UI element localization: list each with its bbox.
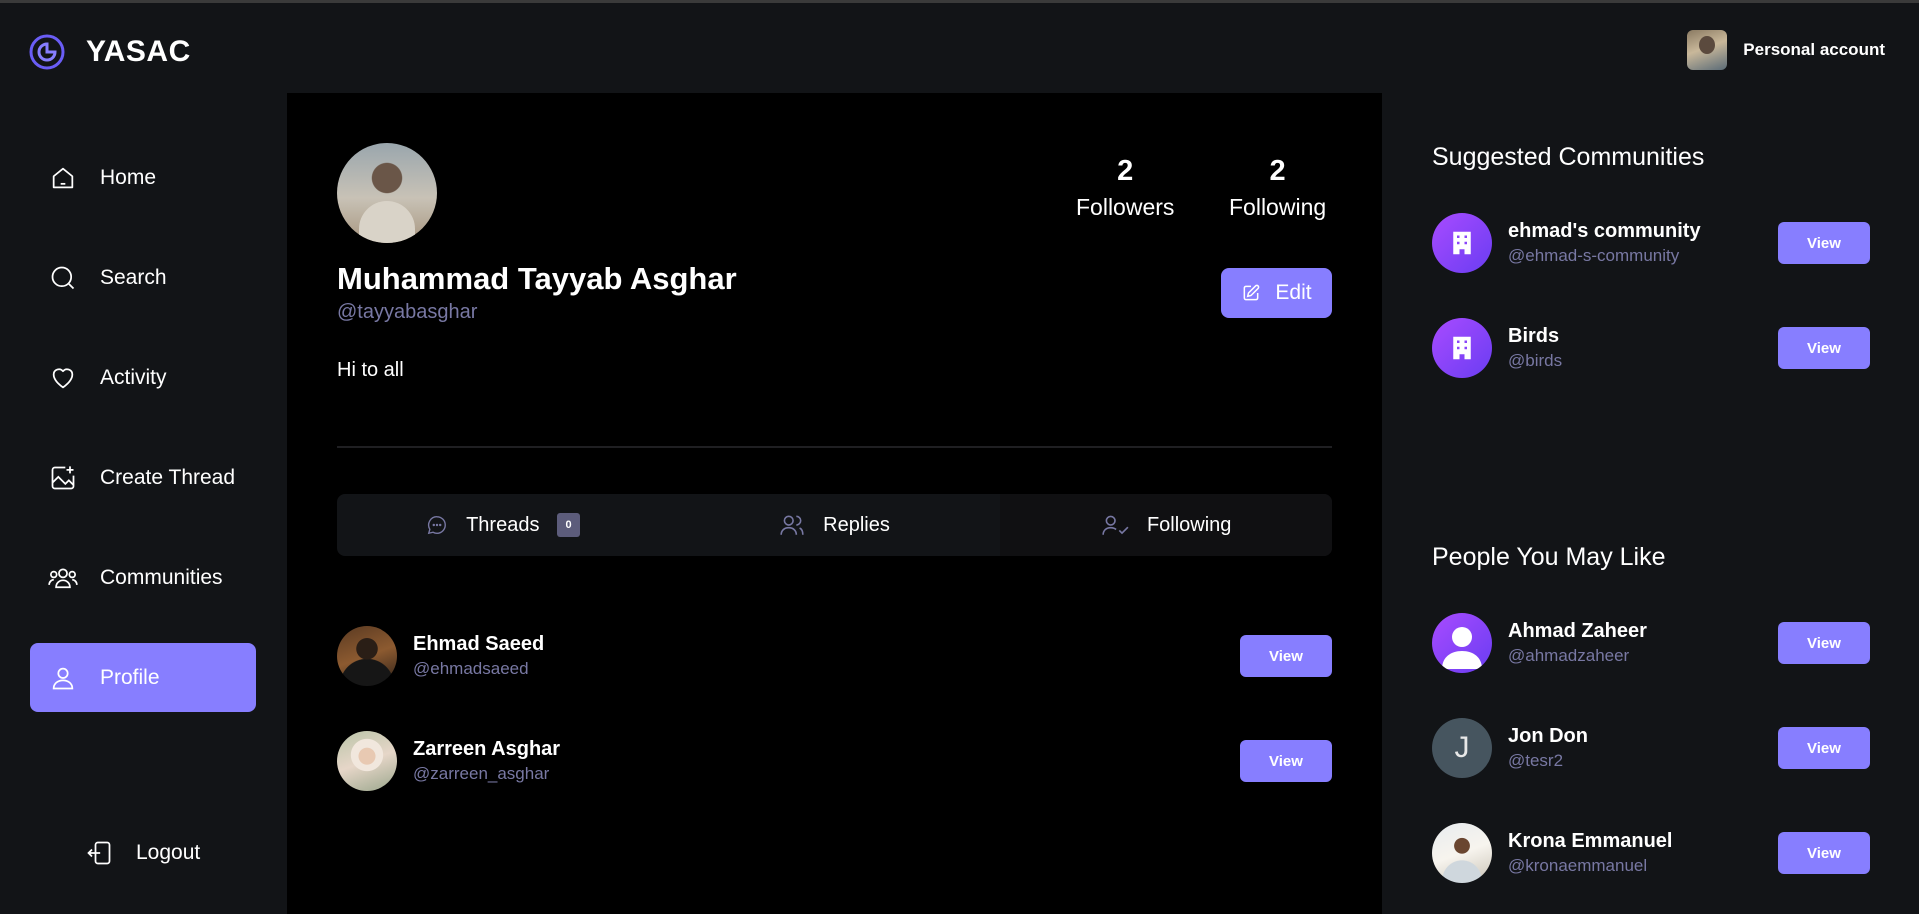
app-name: YASAC xyxy=(86,35,191,68)
avatar xyxy=(1432,613,1492,673)
profile-bio: Hi to all xyxy=(337,359,404,381)
tab-label: Threads xyxy=(466,513,540,536)
view-button[interactable]: View xyxy=(1240,635,1332,677)
list-item: Ehmad Saeed @ehmadsaeed View xyxy=(337,626,1332,686)
person-handle: @zarreen_asghar xyxy=(413,764,550,783)
left-sidebar: Home Search Activity Create Thread Commu… xyxy=(0,93,287,914)
image-plus-icon xyxy=(48,463,78,493)
sidebar-item-label: Home xyxy=(100,165,157,189)
following-label: Following xyxy=(1229,194,1327,220)
divider xyxy=(337,446,1332,448)
followers-label: Followers xyxy=(1076,194,1175,220)
person-item: J Jon Don @tesr2 View xyxy=(1432,718,1870,778)
sidebar-item-home[interactable]: Home xyxy=(30,143,256,212)
edit-icon xyxy=(1243,284,1260,301)
following-count: 2 xyxy=(1269,155,1286,187)
community-handle: @birds xyxy=(1508,351,1563,370)
person-name: Zarreen Asghar xyxy=(413,738,561,760)
users-icon xyxy=(48,563,78,593)
tab-label: Replies xyxy=(823,513,890,536)
app-logo[interactable]: YASAC xyxy=(28,33,191,71)
view-button[interactable]: View xyxy=(1778,222,1870,264)
profile-main: 2 Followers 2 Following Muhammad Tayyab … xyxy=(287,93,1382,914)
logout-label: Logout xyxy=(136,841,201,864)
view-button[interactable]: View xyxy=(1778,832,1870,874)
avatar: J xyxy=(1432,718,1492,778)
profile-tabs: Threads 0 Replies Following xyxy=(337,494,1332,556)
community-handle: @ehmad-s-community xyxy=(1508,246,1680,265)
suggested-communities-title: Suggested Communities xyxy=(1432,143,1705,171)
logout-button[interactable]: Logout xyxy=(84,838,200,868)
account-switcher[interactable]: Personal account xyxy=(1687,30,1885,70)
tab-following[interactable]: Following xyxy=(1000,494,1332,556)
tab-threads[interactable]: Threads 0 xyxy=(337,494,669,556)
person-handle: @ehmadsaeed xyxy=(413,659,529,678)
followers-count: 2 xyxy=(1117,155,1134,187)
message-circle-icon xyxy=(427,516,446,535)
account-label: Personal account xyxy=(1743,40,1885,59)
edit-label: Edit xyxy=(1275,281,1312,304)
logout-icon xyxy=(84,838,114,868)
person-name: Ahmad Zaheer xyxy=(1508,620,1647,642)
logo-icon xyxy=(29,34,65,70)
tab-replies[interactable]: Replies xyxy=(669,494,1001,556)
avatar xyxy=(337,626,397,686)
view-button[interactable]: View xyxy=(1240,740,1332,782)
person-handle: @ahmadzaheer xyxy=(1508,646,1630,665)
avatar xyxy=(337,731,397,791)
sidebar-item-label: Activity xyxy=(100,365,167,389)
community-item: ehmad's community @ehmad-s-community Vie… xyxy=(1432,213,1870,273)
users-icon xyxy=(780,515,804,535)
building-icon xyxy=(1432,318,1492,378)
person-handle: @tesr2 xyxy=(1508,751,1564,770)
building-icon xyxy=(1432,213,1492,273)
sidebar-item-label: Profile xyxy=(100,665,160,689)
threads-count-badge: 0 xyxy=(557,513,580,537)
profile-name: Muhammad Tayyab Asghar xyxy=(337,261,737,296)
profile-handle: @tayyabasghar xyxy=(337,301,478,323)
user-check-icon xyxy=(1102,515,1129,535)
edit-profile-button[interactable]: Edit xyxy=(1221,268,1332,318)
following-stat[interactable]: 2 Following xyxy=(1229,155,1326,221)
sidebar-item-communities[interactable]: Communities xyxy=(30,543,256,612)
view-button[interactable]: View xyxy=(1778,622,1870,664)
account-avatar xyxy=(1687,30,1728,70)
person-item: Ahmad Zaheer @ahmadzaheer View xyxy=(1432,613,1870,673)
home-icon xyxy=(48,163,78,193)
person-item: Krona Emmanuel @kronaemmanuel View xyxy=(1432,823,1870,883)
sidebar-item-activity[interactable]: Activity xyxy=(30,343,256,412)
community-name: Birds xyxy=(1508,325,1560,347)
person-handle: @kronaemmanuel xyxy=(1508,856,1648,875)
sidebar-item-create-thread[interactable]: Create Thread xyxy=(30,443,256,512)
people-you-may-like-title: People You May Like xyxy=(1432,543,1666,571)
list-item: Zarreen Asghar @zarreen_asghar View xyxy=(337,731,1332,791)
sidebar-item-profile[interactable]: Profile xyxy=(30,643,256,712)
profile-avatar xyxy=(337,143,437,243)
heart-icon xyxy=(48,363,78,393)
community-item: Birds @birds View xyxy=(1432,318,1870,378)
community-name: ehmad's community xyxy=(1508,220,1701,242)
user-icon xyxy=(48,663,78,693)
view-button[interactable]: View xyxy=(1778,727,1870,769)
view-button[interactable]: View xyxy=(1778,327,1870,369)
sidebar-item-label: Search xyxy=(100,265,167,289)
tab-label: Following xyxy=(1146,513,1232,536)
topbar: YASAC Personal account xyxy=(0,0,1919,93)
search-icon xyxy=(48,263,78,293)
sidebar-item-label: Communities xyxy=(100,565,223,589)
followers-stat[interactable]: 2 Followers xyxy=(1076,155,1174,221)
person-name: Krona Emmanuel xyxy=(1508,830,1673,852)
right-sidebar: Suggested Communities ehmad's community … xyxy=(1382,93,1919,914)
person-name: Jon Don xyxy=(1508,725,1588,747)
person-name: Ehmad Saeed xyxy=(413,633,545,655)
sidebar-item-search[interactable]: Search xyxy=(30,243,256,312)
avatar xyxy=(1432,823,1492,883)
sidebar-item-label: Create Thread xyxy=(100,465,236,489)
